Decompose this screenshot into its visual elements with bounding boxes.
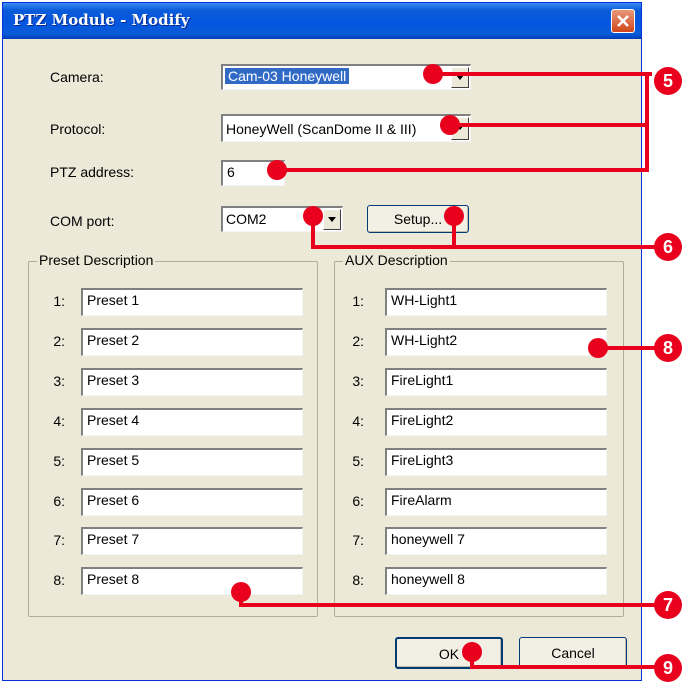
- aux-number: 7:: [352, 532, 364, 548]
- preset-field-2[interactable]: Preset 2: [81, 328, 303, 356]
- aux-field-5[interactable]: FireLight3: [385, 448, 607, 476]
- aux-number: 8:: [352, 572, 364, 588]
- preset-field-7[interactable]: Preset 7: [81, 527, 303, 555]
- ptz-address-label: PTZ address:: [50, 164, 135, 180]
- preset-field-8[interactable]: Preset 8: [81, 567, 303, 595]
- preset-number: 1:: [53, 293, 65, 309]
- close-button[interactable]: [611, 9, 635, 33]
- annotation-line: [433, 72, 652, 76]
- annotation-line: [311, 245, 656, 249]
- preset-number: 8:: [53, 572, 65, 588]
- aux-number: 1:: [352, 293, 364, 309]
- close-icon: [617, 15, 629, 27]
- aux-number: 3:: [352, 373, 364, 389]
- aux-number: 6:: [352, 493, 364, 509]
- protocol-select[interactable]: HoneyWell (ScanDome II & III): [221, 114, 471, 142]
- ptz-modify-dialog: PTZ Module - Modify Camera: Cam-03 Honey…: [2, 2, 642, 681]
- camera-value: Cam-03 Honeywell: [225, 68, 350, 84]
- annotation-line: [452, 214, 456, 247]
- preset-field-3[interactable]: Preset 3: [81, 368, 303, 396]
- callout-6: 6: [654, 233, 682, 261]
- annotation-line: [311, 214, 315, 247]
- aux-group-title: AUX Description: [343, 252, 450, 268]
- callout-8: 8: [654, 334, 682, 362]
- preset-number: 5:: [53, 453, 65, 469]
- aux-field-8[interactable]: honeywell 8: [385, 567, 607, 595]
- aux-field-1[interactable]: WH-Light1: [385, 288, 607, 316]
- aux-field-2[interactable]: WH-Light2: [385, 328, 607, 356]
- preset-number: 2:: [53, 333, 65, 349]
- callout-5: 5: [654, 67, 682, 95]
- preset-field-1[interactable]: Preset 1: [81, 288, 303, 316]
- com-port-value: COM2: [226, 211, 267, 227]
- annotation-line: [277, 168, 648, 172]
- aux-field-3[interactable]: FireLight1: [385, 368, 607, 396]
- title-bar[interactable]: PTZ Module - Modify: [3, 3, 641, 39]
- protocol-value: HoneyWell (ScanDome II & III): [226, 121, 417, 137]
- aux-number: 5:: [352, 453, 364, 469]
- camera-label: Camera:: [50, 69, 104, 85]
- com-port-label: COM port:: [50, 213, 115, 229]
- aux-field-7[interactable]: honeywell 7: [385, 527, 607, 555]
- com-port-dropdown-button[interactable]: [323, 209, 341, 230]
- chevron-down-icon: [328, 217, 336, 222]
- aux-field-6[interactable]: FireAlarm: [385, 488, 607, 516]
- annotation-line: [239, 603, 656, 607]
- preset-field-6[interactable]: Preset 6: [81, 488, 303, 516]
- preset-number: 4:: [53, 413, 65, 429]
- preset-number: 3:: [53, 373, 65, 389]
- annotation-line: [470, 665, 656, 669]
- aux-field-4[interactable]: FireLight2: [385, 408, 607, 436]
- callout-7: 7: [654, 591, 682, 619]
- com-port-select[interactable]: COM2: [221, 206, 343, 232]
- annotation-line: [645, 72, 649, 172]
- preset-number: 6:: [53, 493, 65, 509]
- callout-9: 9: [654, 654, 682, 682]
- preset-group-title: Preset Description: [37, 252, 156, 268]
- preset-number: 7:: [53, 532, 65, 548]
- annotation-line: [450, 123, 648, 127]
- aux-number: 4:: [352, 413, 364, 429]
- aux-number: 2:: [352, 333, 364, 349]
- preset-field-4[interactable]: Preset 4: [81, 408, 303, 436]
- annotation-line: [598, 346, 656, 350]
- protocol-label: Protocol:: [50, 121, 106, 137]
- preset-field-5[interactable]: Preset 5: [81, 448, 303, 476]
- camera-dropdown-button[interactable]: [451, 67, 469, 88]
- window-title: PTZ Module - Modify: [13, 11, 190, 29]
